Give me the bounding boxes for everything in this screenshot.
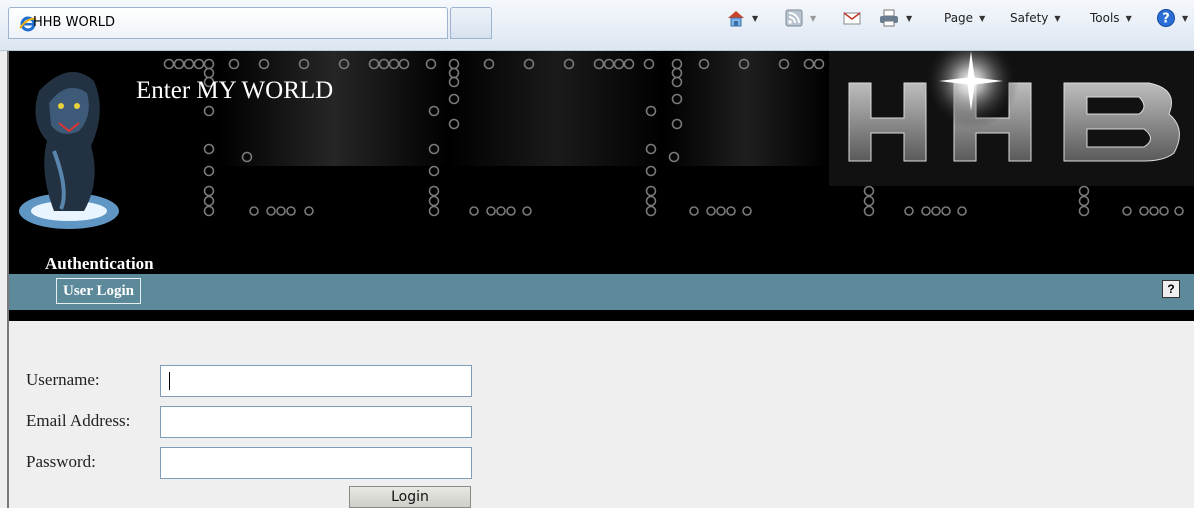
tab-user-login[interactable]: User Login: [56, 278, 141, 304]
print-icon: [878, 8, 900, 28]
feeds-button[interactable]: ▼: [784, 6, 816, 30]
page-menu-label: Page: [944, 11, 974, 25]
browser-tab[interactable]: HHB WORLD: [8, 7, 448, 39]
safety-menu-label: Safety: [1010, 11, 1049, 25]
nav-bar: User Login ?: [9, 274, 1194, 310]
panther-logo: [19, 72, 119, 229]
home-icon: [726, 8, 746, 28]
browser-toolbar: HHB WORLD ▼ ▼ ▼ Page ▼ Safety ▼ Tools ▼ …: [0, 0, 1194, 51]
username-field[interactable]: [160, 365, 472, 397]
password-label: Password:: [26, 452, 96, 471]
home-button[interactable]: ▼: [726, 6, 758, 30]
email-label: Email Address:: [26, 411, 131, 430]
text-caret: [169, 372, 170, 390]
read-mail-button[interactable]: [842, 6, 862, 30]
svg-text:?: ?: [1162, 12, 1170, 27]
section-title: Authentication: [45, 254, 154, 273]
welcome-heading: Enter MY WORLD: [136, 77, 334, 104]
password-field[interactable]: [160, 447, 472, 479]
tools-menu[interactable]: Tools ▼: [1090, 6, 1132, 30]
login-form: Username: Email Address: Password: Login: [9, 322, 1194, 508]
help-menu[interactable]: ? ▼: [1156, 6, 1188, 30]
email-field[interactable]: [160, 406, 472, 438]
page-menu[interactable]: Page ▼: [944, 6, 985, 30]
safety-menu[interactable]: Safety ▼: [1010, 6, 1061, 30]
site-header: Enter MY WORLD Authentication User Login…: [9, 51, 1194, 321]
username-label: Username:: [26, 370, 100, 389]
new-tab-button[interactable]: [450, 7, 492, 39]
login-button[interactable]: Login: [349, 486, 471, 508]
mail-icon: [842, 8, 862, 28]
print-button[interactable]: ▼: [878, 6, 912, 30]
tab-title: HHB WORLD: [33, 15, 115, 30]
feeds-icon: [784, 8, 804, 28]
tools-menu-label: Tools: [1090, 11, 1120, 25]
help-icon: ?: [1156, 8, 1176, 28]
help-button[interactable]: ?: [1162, 280, 1180, 298]
